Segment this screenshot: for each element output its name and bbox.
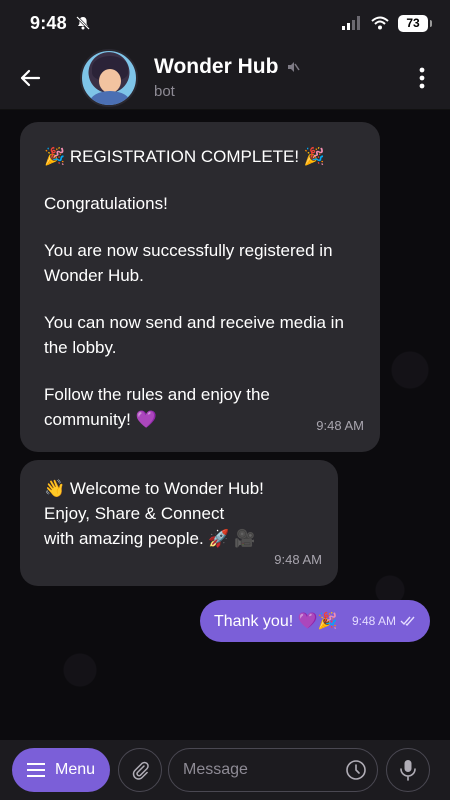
bell-off-icon [75, 16, 90, 30]
message-line: Follow the rules and enjoy the community… [44, 385, 270, 429]
more-vertical-icon [419, 67, 425, 88]
chat-subtitle: bot [154, 83, 175, 100]
composer-bar: Menu [0, 740, 450, 800]
hamburger-icon [26, 763, 45, 777]
signal-icon [342, 16, 360, 30]
menu-button[interactable]: Menu [12, 748, 110, 792]
attach-button[interactable] [118, 748, 162, 792]
message-time: 9:48 AM [274, 552, 322, 567]
clock-icon[interactable] [345, 759, 367, 781]
message-heading: 🎉 REGISTRATION COMPLETE! 🎉 [44, 147, 325, 166]
message-bubble[interactable]: 🎉 REGISTRATION COMPLETE! 🎉 Congratulatio… [20, 122, 380, 452]
status-bar: 9:48 73 [0, 0, 450, 46]
microphone-icon [400, 760, 416, 781]
menu-label: Menu [54, 761, 96, 778]
paperclip-icon [132, 761, 149, 780]
message-line: You can now send and receive media in th… [44, 313, 344, 357]
message-input[interactable] [183, 761, 333, 779]
avatar[interactable] [80, 48, 138, 107]
chat-header: Wonder Hub bot [0, 46, 450, 110]
wifi-icon [371, 16, 389, 30]
back-arrow-icon [20, 69, 41, 86]
message-time: 9:48 AM [351, 613, 396, 628]
message-text: Thank you! 💜🎉 [214, 612, 338, 630]
message-list[interactable]: 🎉 REGISTRATION COMPLETE! 🎉 Congratulatio… [0, 110, 450, 740]
message-line: Congratulations! [44, 194, 168, 213]
message-bubble[interactable]: 👋 Welcome to Wonder Hub! Enjoy, Share & … [20, 460, 338, 586]
battery-icon: 73 [398, 14, 432, 32]
message-line: Enjoy, Share & Connect [44, 504, 225, 523]
mute-icon [288, 62, 301, 72]
message-line: 👋 Welcome to Wonder Hub! [44, 479, 264, 498]
message-time: 9:48 AM [316, 418, 364, 433]
message-line: You are now successfully registered in W… [44, 241, 333, 285]
more-button[interactable] [394, 46, 450, 110]
outgoing-message-bubble[interactable]: Thank you! 💜🎉 9:48 AM [200, 600, 430, 642]
double-check-icon [400, 616, 415, 626]
status-time: 9:48 [30, 12, 67, 33]
chat-title: Wonder Hub [154, 55, 279, 78]
chat-info[interactable]: Wonder Hub bot [154, 55, 301, 100]
back-button[interactable] [0, 46, 60, 110]
voice-button[interactable] [386, 748, 430, 792]
message-input-field[interactable] [168, 748, 378, 792]
